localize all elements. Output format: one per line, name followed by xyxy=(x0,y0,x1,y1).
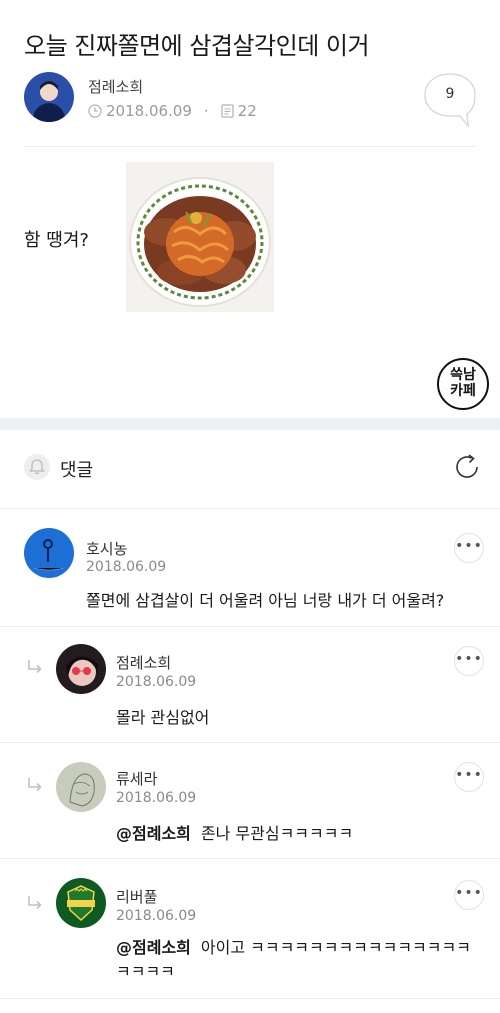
more-icon: ••• xyxy=(455,538,483,554)
comment-text: 몰라 관심없어 xyxy=(116,708,210,727)
author-name[interactable]: 점례소희 xyxy=(88,76,143,97)
comment-author[interactable]: 호시농 xyxy=(86,538,127,559)
bell-icon[interactable] xyxy=(24,454,50,480)
comment-count: 9 xyxy=(445,86,455,102)
comments-label: 댓글 xyxy=(60,460,94,481)
views-icon xyxy=(221,104,234,118)
post-date: 2018.06.09 xyxy=(106,102,192,120)
comment-text: @점례소희 아이고 ㅋㅋㅋㅋㅋㅋㅋㅋㅋㅋㅋㅋㅋㅋㅋㅋㅋㅋㅋ xyxy=(116,936,476,984)
commenter-avatar[interactable] xyxy=(56,878,106,928)
more-icon: ••• xyxy=(455,651,483,667)
reply-item: 리버풀 2018.06.09 @점례소희 아이고 ㅋㅋㅋㅋㅋㅋㅋㅋㅋㅋㅋㅋㅋㅋㅋㅋ… xyxy=(0,858,500,998)
commenter-avatar[interactable] xyxy=(56,762,106,812)
more-options-button[interactable]: ••• xyxy=(454,533,484,563)
section-separator xyxy=(0,418,500,430)
reply-item: 점례소희 2018.06.09 몰라 관심없어 ••• xyxy=(0,626,500,742)
more-options-button[interactable]: ••• xyxy=(454,762,484,792)
meta-separator: · xyxy=(203,102,209,120)
post-meta: 2018.06.09 · 22 xyxy=(88,102,257,120)
comment-author[interactable]: 류세라 xyxy=(116,768,157,789)
refresh-icon[interactable] xyxy=(452,452,482,482)
post-title: 오늘 진짜쫄면에 삼겹살각인데 이거 xyxy=(24,32,370,60)
author-avatar[interactable] xyxy=(24,72,74,122)
reply-item: 류세라 2018.06.09 @점례소희 존나 무관심ㅋㅋㅋㅋㅋ ••• xyxy=(0,742,500,858)
comment-date: 2018.06.09 xyxy=(116,674,197,690)
divider xyxy=(0,998,500,999)
commenter-avatar[interactable] xyxy=(24,528,74,578)
comment-text: 쫄면에 삼겹살이 더 어울려 아님 너랑 내가 더 어울려? xyxy=(86,591,445,610)
comments-header: 댓글 xyxy=(24,452,482,486)
comment-date: 2018.06.09 xyxy=(116,908,197,924)
comment-author[interactable]: 점례소희 xyxy=(116,652,171,673)
clock-icon xyxy=(88,104,102,118)
comment-item: 호시농 2018.06.09 쫄면에 삼겹살이 더 어울려 아님 너랑 내가 더… xyxy=(0,508,500,626)
reply-arrow-icon xyxy=(26,776,44,794)
comment-author[interactable]: 리버풀 xyxy=(116,886,157,907)
more-options-button[interactable]: ••• xyxy=(454,646,484,676)
comment-mention[interactable]: @점례소희 xyxy=(116,938,191,957)
reply-arrow-icon xyxy=(26,894,44,912)
reply-arrow-icon xyxy=(26,658,44,676)
comment-date: 2018.06.09 xyxy=(116,790,197,806)
commenter-avatar[interactable] xyxy=(56,644,106,694)
comment-body: 존나 무관심ㅋㅋㅋㅋㅋ xyxy=(200,824,354,843)
cafe-logo-line-1: 쓱남 xyxy=(450,367,476,383)
divider xyxy=(24,146,476,147)
view-count: 22 xyxy=(237,102,257,120)
comment-mention[interactable]: @점례소희 xyxy=(116,824,191,843)
post-body-text: 함 땡겨? xyxy=(24,230,89,251)
cafe-logo: 쓱남 카페 xyxy=(437,358,489,410)
more-icon: ••• xyxy=(455,767,483,783)
post-author-row: 점례소희 2018.06.09 · 22 9 xyxy=(24,72,476,129)
comment-date: 2018.06.09 xyxy=(86,559,167,575)
food-photo[interactable] xyxy=(126,162,274,312)
comment-text: @점례소희 존나 무관심ㅋㅋㅋㅋㅋ xyxy=(116,820,353,844)
more-options-button[interactable]: ••• xyxy=(454,880,484,910)
comment-count-button[interactable]: 9 xyxy=(424,72,476,129)
cafe-logo-line-2: 카페 xyxy=(450,383,476,399)
more-icon: ••• xyxy=(455,885,483,901)
